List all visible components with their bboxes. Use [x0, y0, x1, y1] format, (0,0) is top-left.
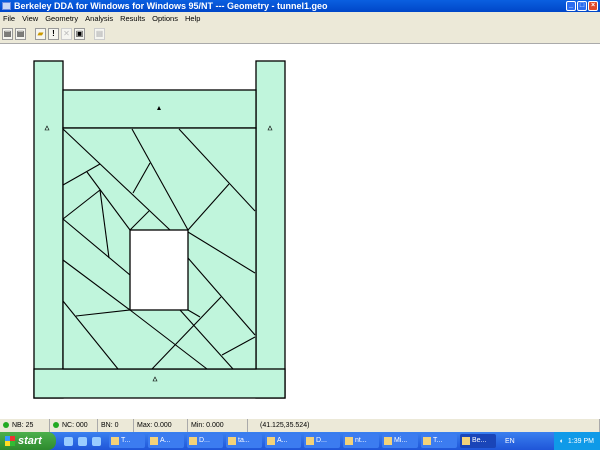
- ie-icon[interactable]: [78, 436, 87, 446]
- window-title: Berkeley DDA for Windows for Windows 95/…: [14, 1, 328, 11]
- bottom-block: [33, 368, 286, 399]
- status-nb: NB: 25: [0, 419, 50, 432]
- taskbar-item[interactable]: D...: [304, 434, 340, 448]
- media-icon[interactable]: [92, 436, 101, 446]
- quick-launch: [64, 436, 101, 446]
- copy-icon[interactable]: ▣: [74, 28, 85, 40]
- taskbar-item[interactable]: Mi...: [382, 434, 418, 448]
- taskbar-item[interactable]: T...: [109, 434, 145, 448]
- open-folder-icon[interactable]: ▰: [35, 28, 46, 40]
- status-coords: (41.125,35.524): [248, 419, 600, 432]
- geometry-canvas[interactable]: [0, 44, 600, 419]
- taskbar-item-active[interactable]: Be...: [460, 434, 496, 448]
- status-ok-icon: [53, 422, 59, 428]
- system-tray: ◐ 1:39 PM: [553, 432, 600, 450]
- taskbar-item[interactable]: nt...: [343, 434, 379, 448]
- minimize-button[interactable]: _: [566, 1, 576, 11]
- left-wall-block: [33, 60, 64, 399]
- menu-geometry[interactable]: Geometry: [45, 12, 78, 25]
- taskbar: start T... A... D... ta... A... D... nt.…: [0, 432, 600, 450]
- desktop-icon[interactable]: [64, 436, 73, 446]
- new-file-icon[interactable]: ▤: [2, 28, 13, 40]
- status-nc: NC: 000: [50, 419, 98, 432]
- menu-file[interactable]: File: [3, 12, 15, 25]
- tunnel-opening: [129, 229, 189, 311]
- status-min: Min: 0.000: [188, 419, 248, 432]
- status-ok-icon: [3, 422, 9, 428]
- app-icon: [2, 2, 11, 10]
- clock: 1:39 PM: [567, 437, 594, 445]
- status-bar: NB: 25 NC: 000 BN: 0 Max: 0.000 Min: 0.0…: [0, 419, 600, 432]
- tray-icon[interactable]: ◐: [560, 438, 564, 445]
- taskbar-item[interactable]: D...: [187, 434, 223, 448]
- title-bar: Berkeley DDA for Windows for Windows 95/…: [0, 0, 600, 12]
- new-doc-icon[interactable]: ▤: [15, 28, 26, 40]
- taskbar-item[interactable]: T...: [421, 434, 457, 448]
- language-indicator[interactable]: EN: [505, 438, 515, 445]
- toolbar: ▤ ▤ ▰ ! ✕ ▣ ▦: [0, 25, 600, 44]
- status-max: Max: 0.000: [134, 419, 188, 432]
- windows-logo-icon: [5, 436, 15, 446]
- status-bn: BN: 0: [98, 419, 134, 432]
- close-x-icon[interactable]: ✕: [61, 28, 72, 40]
- taskbar-item[interactable]: A...: [148, 434, 184, 448]
- start-button[interactable]: start: [0, 432, 56, 450]
- menu-options[interactable]: Options: [152, 12, 178, 25]
- taskbar-item[interactable]: ta...: [226, 434, 262, 448]
- menu-view[interactable]: View: [22, 12, 38, 25]
- taskbar-item[interactable]: A...: [265, 434, 301, 448]
- right-wall-block: [255, 60, 286, 399]
- menu-results[interactable]: Results: [120, 12, 145, 25]
- menu-bar: File View Geometry Analysis Results Opti…: [0, 12, 600, 25]
- close-button[interactable]: ×: [588, 1, 598, 11]
- maximize-button[interactable]: □: [577, 1, 587, 11]
- menu-help[interactable]: Help: [185, 12, 200, 25]
- exclamation-icon[interactable]: !: [48, 28, 59, 40]
- print-icon[interactable]: ▦: [94, 28, 105, 40]
- menu-analysis[interactable]: Analysis: [85, 12, 113, 25]
